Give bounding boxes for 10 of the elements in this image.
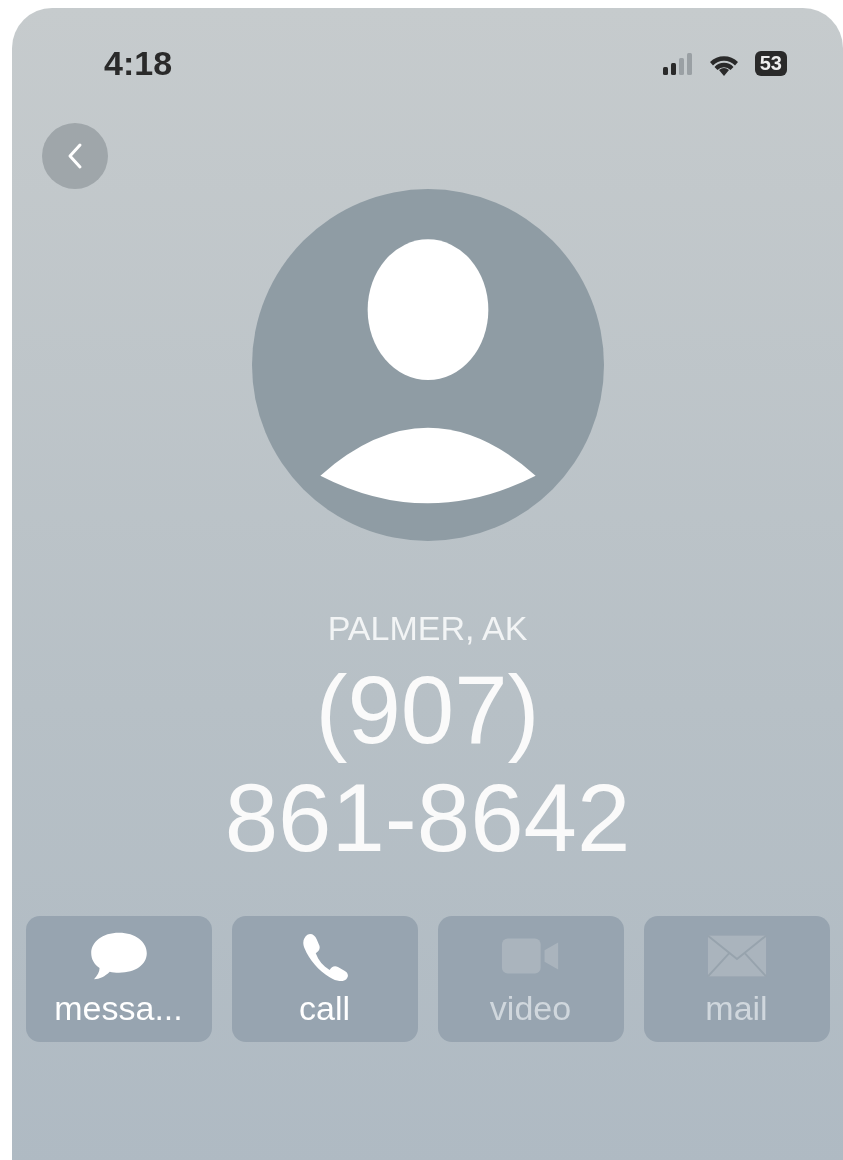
phone-number: (907) bbox=[315, 656, 540, 764]
avatar-icon bbox=[251, 189, 604, 541]
signal-icon bbox=[662, 52, 693, 75]
battery-indicator: 53 bbox=[754, 51, 787, 76]
action-button[interactable]: messa... bbox=[25, 916, 212, 1042]
status-time: 4:18 bbox=[104, 44, 173, 83]
action-button[interactable]: call bbox=[231, 916, 418, 1042]
phone-number: 861-8642 bbox=[224, 764, 631, 872]
chevron-left-icon bbox=[67, 142, 83, 170]
contact-location: PALMER, AK bbox=[327, 609, 528, 648]
